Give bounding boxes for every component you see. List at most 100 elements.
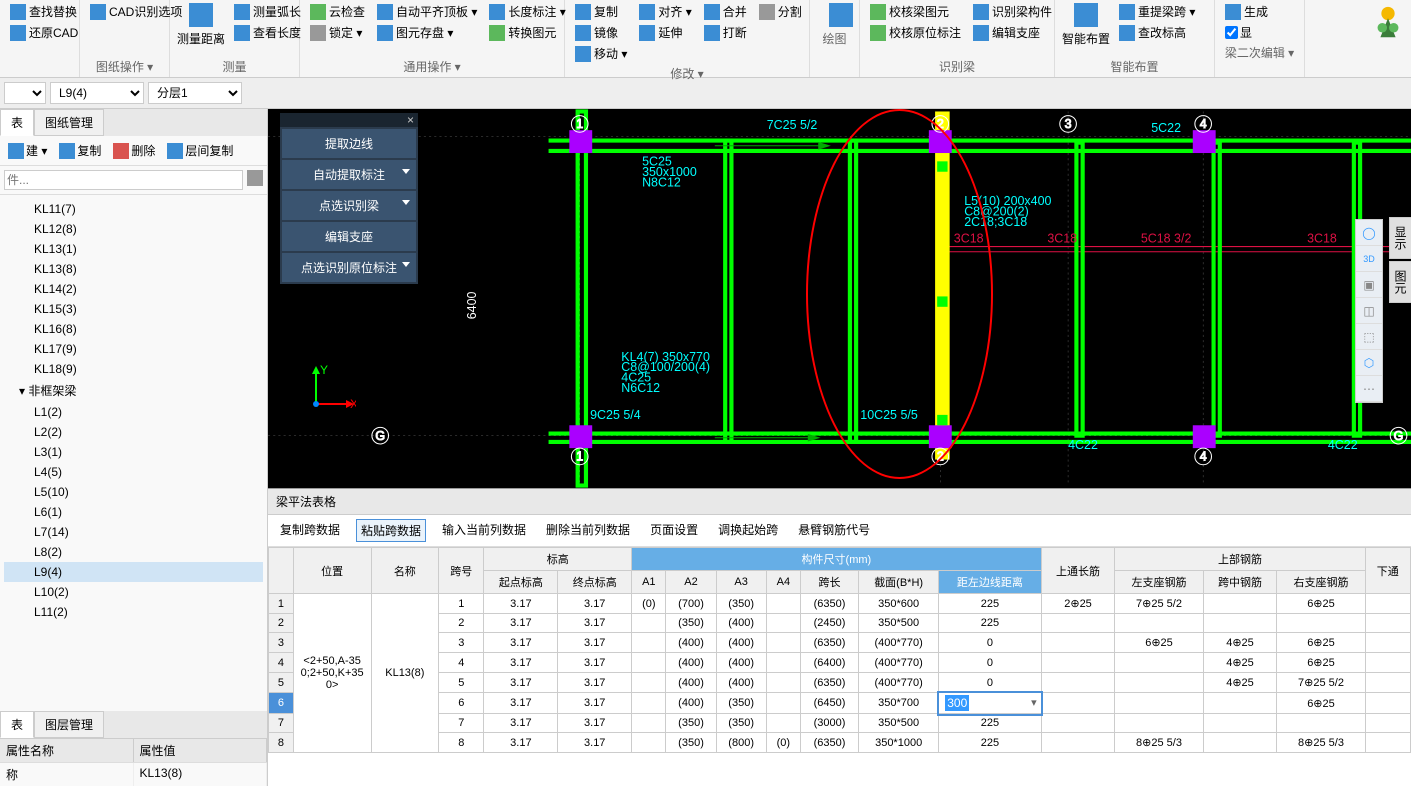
check-pos-label-button[interactable]: 校核原位标注 <box>866 23 965 42</box>
cell-a4[interactable] <box>766 594 800 614</box>
move-button[interactable]: 移动 ▾ <box>571 44 631 63</box>
cell-a3[interactable]: (800) <box>716 733 766 753</box>
cell-span[interactable]: 5 <box>439 673 484 693</box>
tree-item[interactable]: KL13(1) <box>4 239 263 259</box>
extend-button[interactable]: 延伸 <box>635 23 695 42</box>
table-row[interactable]: 1<2+50,A-350;2+50,K+350>KL13(8)13.173.17… <box>269 594 1411 614</box>
cell-thru[interactable] <box>1041 693 1115 714</box>
cad-options-button[interactable]: CAD识别选项 <box>86 2 163 21</box>
cell-ls[interactable] <box>1115 614 1203 633</box>
table-scroll[interactable]: 位置 名称 跨号 标高 构件尺寸(mm) 上通长筋 上部钢筋 下通 起点标高 终… <box>268 547 1411 786</box>
tree-item[interactable]: KL16(8) <box>4 319 263 339</box>
cell-a4[interactable] <box>766 714 800 733</box>
tree-item[interactable]: KL12(8) <box>4 219 263 239</box>
cell-a2[interactable]: (400) <box>666 633 716 653</box>
cell-sec[interactable]: 350*600 <box>859 594 939 614</box>
cell-rs[interactable]: 6⊕25 <box>1277 653 1365 673</box>
copy-button[interactable]: 复制 <box>571 2 631 21</box>
tab-list-2[interactable]: 表 <box>0 711 34 738</box>
tree-item-selected[interactable]: L9(4) <box>4 562 263 582</box>
align-button[interactable]: 对齐 ▾ <box>635 2 695 21</box>
cell-ee[interactable]: 3.17 <box>558 714 632 733</box>
cell-rs[interactable] <box>1277 614 1365 633</box>
new-button[interactable]: 建 ▾ <box>4 140 51 161</box>
tree-item[interactable]: L7(14) <box>4 522 263 542</box>
cell-es[interactable]: 3.17 <box>484 614 558 633</box>
row-number[interactable]: 2 <box>269 614 294 633</box>
col-elev-group[interactable]: 标高 <box>484 548 632 571</box>
cell-a4[interactable] <box>766 673 800 693</box>
cell-a1[interactable]: (0) <box>632 594 666 614</box>
click-recognize-pos-button[interactable]: 点选识别原位标注 <box>282 253 416 282</box>
cell-ee[interactable]: 3.17 <box>558 614 632 633</box>
cell-a3[interactable]: (400) <box>716 614 766 633</box>
cell-a1[interactable] <box>632 633 666 653</box>
cell-a4[interactable] <box>766 614 800 633</box>
close-button[interactable]: × <box>280 113 418 127</box>
edit-support-button[interactable]: 编辑支座 <box>969 23 1056 42</box>
tree-item[interactable]: L3(1) <box>4 442 263 462</box>
copy-span-button[interactable]: 复制跨数据 <box>276 519 344 542</box>
col-position[interactable]: 位置 <box>293 548 371 594</box>
copy-item-button[interactable]: 复制 <box>55 140 105 161</box>
cell-bthru[interactable] <box>1365 653 1410 673</box>
right-tab-2[interactable]: 图元 <box>1389 261 1411 303</box>
auto-extract-label-button[interactable]: 自动提取标注 <box>282 160 416 189</box>
cell-ls[interactable] <box>1115 653 1203 673</box>
tree-item[interactable]: L11(2) <box>4 602 263 622</box>
cell-a2[interactable]: (400) <box>666 693 716 714</box>
col-dist[interactable]: 距左边线距离 <box>939 571 1041 594</box>
draw-button[interactable] <box>816 2 866 28</box>
search-icon[interactable] <box>247 170 263 186</box>
cell-mid[interactable]: 4⊕25 <box>1203 673 1277 693</box>
auto-align-top-button[interactable]: 自动平齐顶板 ▾ <box>373 2 481 21</box>
cell-ee[interactable]: 3.17 <box>558 633 632 653</box>
view-select-button[interactable]: ⬚ <box>1356 324 1382 350</box>
cell-thru[interactable] <box>1041 733 1115 753</box>
view-more-button[interactable]: ⋯ <box>1356 376 1382 402</box>
swap-start-span-button[interactable]: 调换起始跨 <box>714 519 782 542</box>
cell-a3[interactable]: (350) <box>716 714 766 733</box>
cell-es[interactable]: 3.17 <box>484 673 558 693</box>
drawing-viewport[interactable]: × 提取边线 自动提取标注 点选识别梁 编辑支座 点选识别原位标注 <box>268 109 1411 488</box>
col-elev-end[interactable]: 终点标高 <box>558 571 632 594</box>
merge-button[interactable]: 合并 <box>700 2 751 21</box>
cloud-check-button[interactable]: 云检查 <box>306 2 369 21</box>
cell-dist[interactable]: 225 <box>939 714 1041 733</box>
measure-arc-button[interactable]: 测量弧长 <box>230 2 305 21</box>
col-name[interactable]: 名称 <box>371 548 439 594</box>
col-a2[interactable]: A2 <box>666 571 716 594</box>
cell-dist[interactable]: 0 <box>939 633 1041 653</box>
cell-ls[interactable]: 8⊕25 5/3 <box>1115 733 1203 753</box>
cell-sec[interactable]: (400*770) <box>859 653 939 673</box>
col-mid[interactable]: 跨中钢筋 <box>1203 571 1277 594</box>
cell-a1[interactable] <box>632 614 666 633</box>
cell-mid[interactable]: 4⊕25 <box>1203 633 1277 653</box>
cell-a4[interactable]: (0) <box>766 733 800 753</box>
cell-dist[interactable]: 0 <box>939 653 1041 673</box>
cell-rs[interactable]: 7⊕25 5/2 <box>1277 673 1365 693</box>
view-wireframe-button[interactable]: ⬡ <box>1356 350 1382 376</box>
cell-a2[interactable]: (350) <box>666 614 716 633</box>
cell-mid[interactable] <box>1203 614 1277 633</box>
table-row[interactable]: 883.173.17(350)(800)(0)(6350)350*1000225… <box>269 733 1411 753</box>
cell-len[interactable]: (6350) <box>801 594 859 614</box>
cell-bthru[interactable] <box>1365 594 1410 614</box>
col-a1[interactable]: A1 <box>632 571 666 594</box>
delete-col-button[interactable]: 删除当前列数据 <box>542 519 634 542</box>
check-beam-elem-button[interactable]: 校核梁图元 <box>866 2 965 21</box>
table-row[interactable]: 553.173.17(400)(400)(6350)(400*770)04⊕25… <box>269 673 1411 693</box>
dropdown-1[interactable] <box>4 82 46 104</box>
cell-dist[interactable]: 225 <box>939 733 1041 753</box>
cell-position[interactable]: <2+50,A-350;2+50,K+350> <box>293 594 371 753</box>
cell-dist-editing[interactable]: 300 <box>939 693 1041 714</box>
tree-item[interactable]: KL13(8) <box>4 259 263 279</box>
col-ls[interactable]: 左支座钢筋 <box>1115 571 1203 594</box>
extract-edge-button[interactable]: 提取边线 <box>282 129 416 158</box>
view-length-button[interactable]: 查看长度 <box>230 23 305 42</box>
tree-item[interactable]: KL15(3) <box>4 299 263 319</box>
row-number[interactable]: 4 <box>269 653 294 673</box>
cell-ee[interactable]: 3.17 <box>558 693 632 714</box>
cell-ls[interactable] <box>1115 673 1203 693</box>
show-checkbox[interactable]: 显 <box>1221 23 1298 42</box>
